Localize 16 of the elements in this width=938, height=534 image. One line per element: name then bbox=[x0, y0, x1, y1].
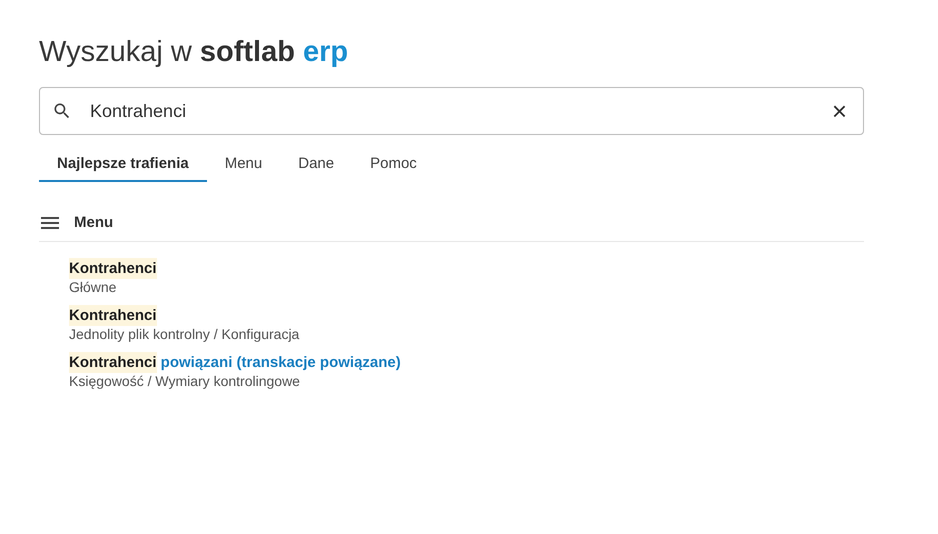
tab[interactable]: Najlepsze trafienia bbox=[39, 149, 207, 182]
clear-button[interactable]: × bbox=[828, 98, 851, 124]
result-path: Księgowość / Wymiary kontrolingowe bbox=[69, 373, 300, 389]
search-icon bbox=[52, 101, 72, 121]
tab[interactable]: Pomoc bbox=[352, 149, 435, 182]
page-title: Wyszukaj w softlab erp bbox=[39, 36, 350, 69]
result-link[interactable]: Kontrahenci bbox=[69, 260, 157, 277]
result-link[interactable]: Kontrahenci bbox=[69, 307, 157, 324]
tab[interactable]: Dane bbox=[280, 149, 352, 182]
result-link[interactable]: Kontrahenci powiązani (transkacje powiązane) bbox=[69, 354, 401, 371]
menu-icon bbox=[41, 216, 59, 228]
tab[interactable]: Menu bbox=[206, 149, 280, 182]
search-field[interactable]: Kontrahenci × bbox=[39, 87, 864, 135]
result-path: Jednolity plik kontrolny / Konfiguracja bbox=[69, 326, 300, 342]
section-title: Menu bbox=[74, 214, 114, 231]
result-path: Główne bbox=[69, 279, 116, 295]
